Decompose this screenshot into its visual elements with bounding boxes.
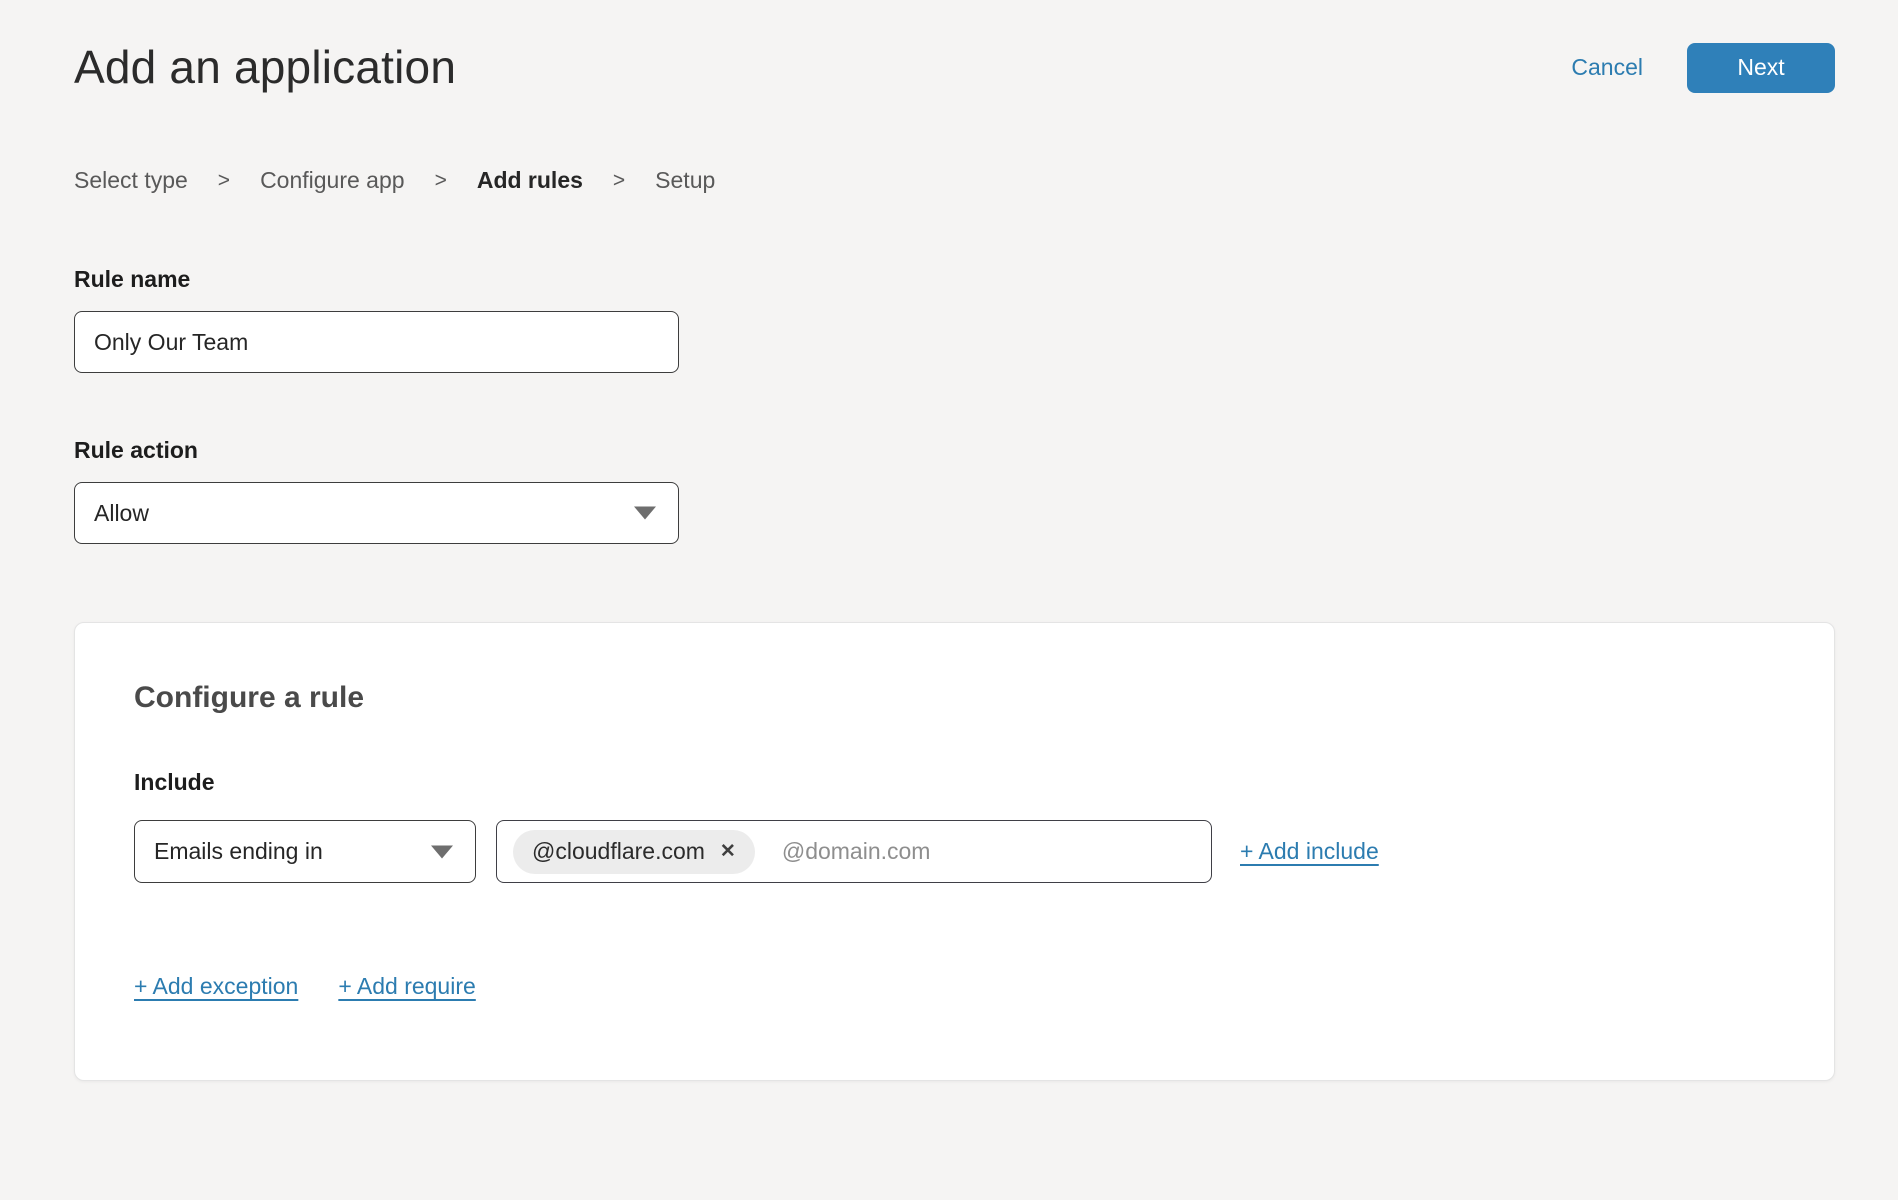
rule-links-row: + Add exception + Add require xyxy=(134,973,1775,1000)
page-header: Add an application Cancel Next xyxy=(74,40,1835,95)
breadcrumb-separator: > xyxy=(435,169,447,193)
chevron-down-icon xyxy=(634,507,656,520)
next-button[interactable]: Next xyxy=(1687,43,1835,93)
add-require-link[interactable]: + Add require xyxy=(338,973,475,1000)
breadcrumb-step-setup[interactable]: Setup xyxy=(655,167,715,194)
rule-action-section: Rule action Allow xyxy=(74,437,1835,544)
rule-name-section: Rule name xyxy=(74,266,1835,373)
breadcrumb: Select type > Configure app > Add rules … xyxy=(74,167,1835,194)
configure-rule-card: Configure a rule Include Emails ending i… xyxy=(74,622,1835,1081)
breadcrumb-separator: > xyxy=(218,169,230,193)
rule-action-select[interactable]: Allow xyxy=(74,482,679,544)
include-selector-select[interactable]: Emails ending in xyxy=(134,820,476,883)
chevron-down-icon xyxy=(431,845,453,858)
breadcrumb-step-configure-app[interactable]: Configure app xyxy=(260,167,405,194)
configure-rule-title: Configure a rule xyxy=(134,681,1775,715)
add-exception-link[interactable]: + Add exception xyxy=(134,973,298,1000)
add-application-page: Add an application Cancel Next Select ty… xyxy=(0,0,1898,1081)
include-rule-row: Emails ending in @cloudflare.com ✕ + Add… xyxy=(134,820,1775,883)
remove-chip-icon[interactable]: ✕ xyxy=(720,842,736,861)
rule-name-input[interactable] xyxy=(74,311,679,373)
breadcrumb-step-add-rules[interactable]: Add rules xyxy=(477,167,583,194)
email-domain-chip: @cloudflare.com ✕ xyxy=(513,830,755,874)
cancel-button[interactable]: Cancel xyxy=(1571,54,1643,81)
page-title: Add an application xyxy=(74,40,456,95)
rule-name-label: Rule name xyxy=(74,266,1835,293)
breadcrumb-step-select-type[interactable]: Select type xyxy=(74,167,188,194)
rule-action-selected-value: Allow xyxy=(94,500,149,527)
add-include-link[interactable]: + Add include xyxy=(1240,838,1379,865)
header-actions: Cancel Next xyxy=(1571,43,1835,93)
email-domain-text-input[interactable] xyxy=(780,837,1195,866)
breadcrumb-separator: > xyxy=(613,169,625,193)
include-selector-selected-value: Emails ending in xyxy=(154,838,323,865)
email-domain-tag-input[interactable]: @cloudflare.com ✕ xyxy=(496,820,1212,883)
rule-action-label: Rule action xyxy=(74,437,1835,464)
email-domain-chip-label: @cloudflare.com xyxy=(532,838,705,865)
include-label: Include xyxy=(134,769,1775,796)
